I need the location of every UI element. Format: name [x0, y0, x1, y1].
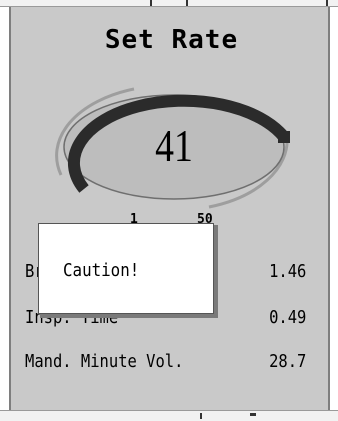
- panel-title: Set Rate: [104, 25, 239, 55]
- readout-value-mand-minute-vol: 28.7: [268, 351, 306, 372]
- top-edge-mark: [186, 0, 188, 6]
- readout-value-insp-time: 0.49: [268, 307, 306, 328]
- caution-text: Caution!: [63, 260, 140, 281]
- top-edge-mark: [150, 0, 152, 6]
- screen-frame: Set Rate 41 1 50 Br 1.46 Insp. Time 0.49…: [0, 0, 338, 421]
- top-edge: [0, 0, 338, 7]
- top-edge-mark: [326, 0, 328, 6]
- bottom-edge-mark: [200, 413, 202, 419]
- bottom-edge: [0, 410, 338, 421]
- dial-arc-end: [278, 131, 290, 143]
- readout-value-br: 1.46: [268, 261, 306, 282]
- readout-label-mand-minute-vol: Mand. Minute Vol.: [25, 351, 184, 372]
- bottom-edge-mark: [250, 413, 256, 416]
- dial-value: 41: [155, 120, 193, 171]
- caution-popup[interactable]: Caution!: [38, 223, 214, 314]
- set-rate-panel: Set Rate 41 1 50 Br 1.46 Insp. Time 0.49…: [9, 7, 330, 410]
